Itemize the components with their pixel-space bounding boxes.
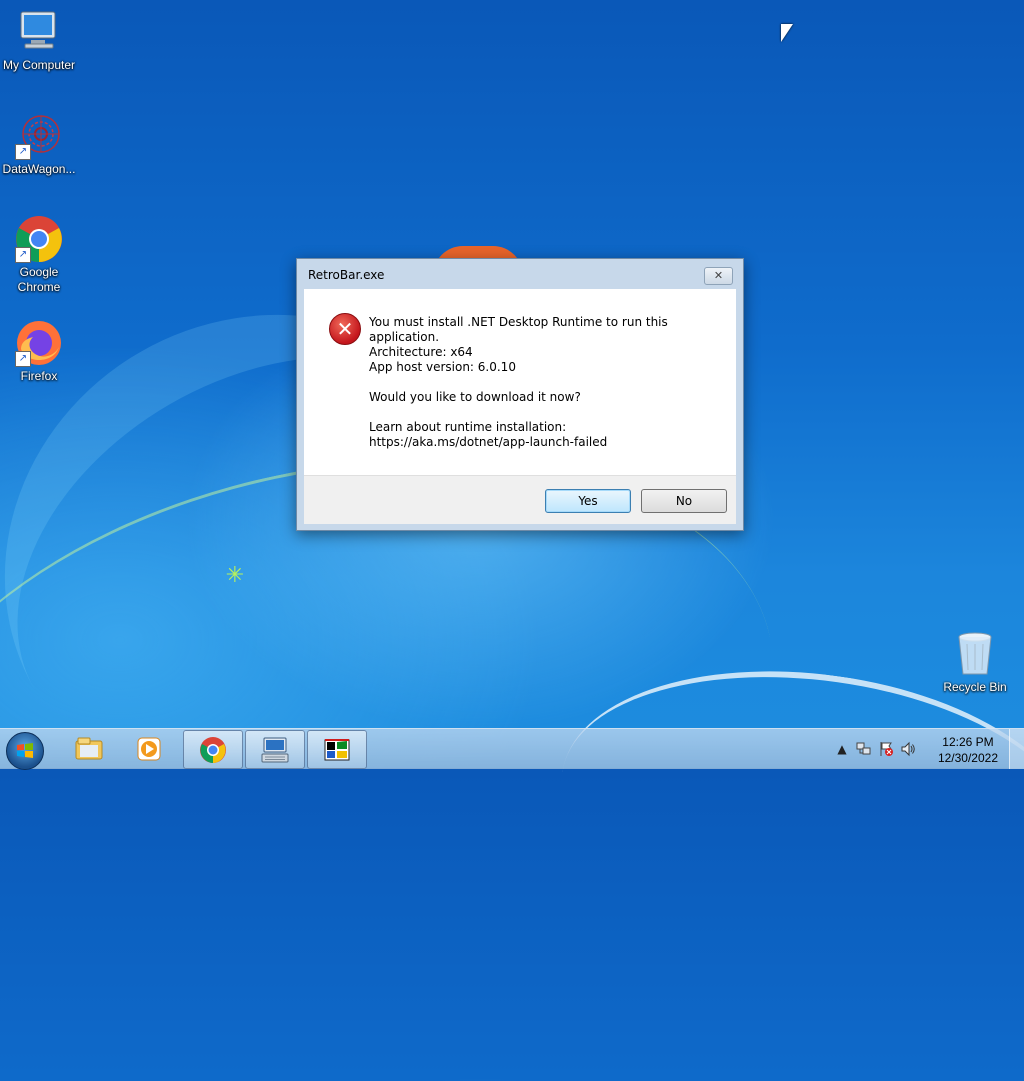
clock-date: 12/30/2022 (937, 751, 998, 765)
taskbar: ▲ 12:26 PM 12/30/2022 (0, 728, 1024, 770)
show-desktop-button[interactable] (1009, 729, 1024, 769)
taskbar-chrome-button[interactable] (183, 730, 243, 769)
chrome-icon (200, 737, 226, 763)
taskbar-keyboard-app-button[interactable] (245, 730, 305, 769)
desktop-icon-label: Recycle Bin (943, 680, 1007, 694)
dialog-content: ✕ You must install .NET Desktop Runtime … (304, 289, 736, 475)
taskbar-retrobar-button[interactable] (307, 730, 367, 769)
desktop-icon-label: Firefox (20, 369, 58, 383)
shortcut-arrow-icon: ↗ (15, 144, 31, 160)
firefox-icon: ↗ (15, 319, 63, 367)
system-tray: ▲ 12:26 PM 12/30/2022 (834, 729, 1024, 769)
desktop-icon-recycle-bin[interactable]: Recycle Bin (936, 630, 1014, 695)
message-learn-about: Learn about runtime installation: (369, 420, 567, 434)
dialog-titlebar[interactable]: RetroBar.exe ✕ (297, 259, 743, 289)
action-center-flag-icon[interactable] (878, 741, 894, 757)
close-button[interactable]: ✕ (704, 267, 733, 285)
windows-logo-icon (17, 743, 33, 758)
dialog-button-bar: Yes No (304, 475, 736, 524)
taskbar-media-player-button[interactable] (120, 730, 178, 767)
message-main: You must install .NET Desktop Runtime to… (369, 315, 668, 344)
volume-icon[interactable] (900, 741, 916, 757)
taskbar-file-explorer-button[interactable] (60, 730, 118, 767)
message-download-prompt: Would you like to download it now? (369, 390, 581, 404)
chrome-icon: ↗ (15, 215, 63, 263)
recycle-bin-icon (951, 630, 999, 678)
error-dialog: RetroBar.exe ✕ ✕ You must install .NET D… (296, 258, 744, 531)
yes-button[interactable]: Yes (545, 489, 631, 513)
shortcut-arrow-icon: ↗ (15, 247, 31, 263)
desktop-icon-google-chrome[interactable]: ↗ Google Chrome (0, 215, 78, 295)
message-architecture: Architecture: x64 (369, 345, 473, 359)
dialog-title: RetroBar.exe (308, 268, 385, 282)
file-explorer-icon (75, 737, 103, 760)
desktop-icon-datawagon[interactable]: ↗ DataWagon... (0, 112, 78, 177)
clock[interactable]: 12:26 PM 12/30/2022 (938, 734, 998, 766)
network-icon[interactable] (856, 741, 872, 757)
start-button[interactable] (6, 732, 44, 770)
message-app-host-version: App host version: 6.0.10 (369, 360, 516, 374)
message-url: https://aka.ms/dotnet/app-launch-failed (369, 435, 608, 449)
desktop-icon-my-computer[interactable]: My Computer (0, 8, 78, 73)
clock-time: 12:26 PM (942, 735, 994, 749)
wallpaper-sparkle: ✳ (225, 563, 245, 588)
retrobar-icon (324, 739, 350, 761)
error-icon: ✕ (329, 313, 361, 345)
computer-icon (15, 8, 63, 56)
mouse-cursor-icon (781, 24, 793, 42)
datawagon-icon: ↗ (15, 112, 63, 160)
no-button[interactable]: No (641, 489, 727, 513)
keyboard-app-icon (261, 737, 289, 763)
media-player-icon (137, 737, 161, 761)
desktop-icon-firefox[interactable]: ↗ Firefox (0, 319, 78, 384)
desktop-icon-label: Google Chrome (17, 265, 61, 294)
close-icon: ✕ (713, 269, 724, 282)
desktop-icon-label: My Computer (2, 58, 76, 72)
shortcut-arrow-icon: ↗ (15, 351, 31, 367)
desktop-icon-label: DataWagon... (2, 162, 76, 176)
show-hidden-icons-chevron-up-icon[interactable]: ▲ (834, 741, 850, 757)
